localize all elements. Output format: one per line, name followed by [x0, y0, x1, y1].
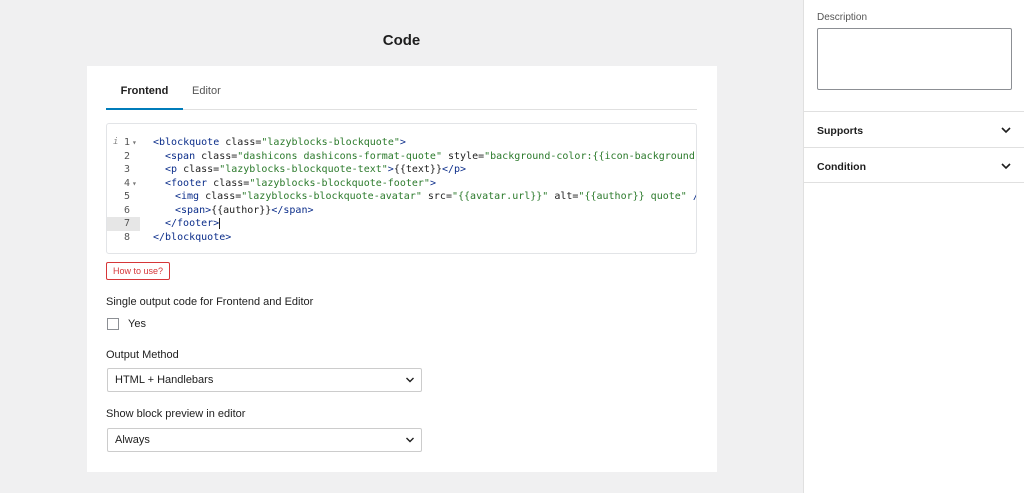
code-line: 6 <span>{{author}}</span>	[107, 204, 696, 218]
code-line: 8 </blockquote>	[107, 231, 696, 245]
page-title: Code	[382, 32, 421, 49]
condition-panel-toggle[interactable]: Condition	[804, 147, 1024, 183]
chevron-down-icon	[1001, 163, 1011, 170]
single-output-checkbox-label[interactable]: Yes	[128, 318, 146, 330]
code-editor[interactable]: i 1 ▾ <blockquote class="lazyblocks-bloc…	[106, 123, 697, 254]
line-number: 4	[123, 177, 130, 189]
code-line: 2 <span class="dashicons dashicons-forma…	[107, 150, 696, 164]
output-method-label: Output Method	[106, 349, 179, 361]
tab-bar: Frontend Editor	[106, 66, 697, 110]
code-text: <span>{{author}}</span>	[175, 204, 314, 216]
code-line: i 1 ▾ <blockquote class="lazyblocks-bloc…	[107, 136, 696, 150]
chevron-down-icon	[1001, 127, 1011, 134]
description-textarea[interactable]	[817, 28, 1012, 90]
preview-label: Show block preview in editor	[106, 408, 246, 420]
tab-editor[interactable]: Editor	[192, 66, 232, 110]
preview-select[interactable]: Always	[107, 428, 422, 452]
line-number: 3	[123, 164, 130, 175]
description-label: Description	[817, 12, 868, 23]
single-output-label: Single output code for Frontend and Edit…	[106, 296, 314, 308]
code-line: 4 ▾ <footer class="lazyblocks-blockquote…	[107, 177, 696, 191]
code-text: <blockquote class="lazyblocks-blockquote…	[153, 137, 406, 148]
chevron-down-icon	[406, 377, 414, 383]
text-cursor	[219, 217, 221, 229]
code-line: 5 <img class="lazyblocks-blockquote-avat…	[107, 190, 696, 204]
code-text: <img class="lazyblocks-blockquote-avatar…	[175, 191, 696, 202]
line-number: 8	[123, 231, 130, 243]
supports-panel-title: Supports	[817, 125, 864, 137]
line-number: 2	[123, 150, 130, 162]
code-line: 3 <p class="lazyblocks-blockquote-text">…	[107, 163, 696, 177]
line-number: 7	[123, 218, 130, 229]
code-settings-card: Frontend Editor i 1 ▾ <blockquote class=…	[87, 66, 717, 472]
code-text: <footer class="lazyblocks-blockquote-foo…	[165, 177, 436, 189]
line-number: 1	[123, 137, 130, 148]
output-method-select[interactable]: HTML + Handlebars	[107, 368, 422, 392]
preview-value: Always	[115, 434, 150, 446]
code-text: <span class="dashicons dashicons-format-…	[165, 150, 697, 162]
code-text: <p class="lazyblocks-blockquote-text">{{…	[165, 164, 467, 175]
settings-sidebar: Description Supports Condition	[803, 0, 1024, 493]
code-text: </footer>	[165, 217, 221, 229]
main-area: Code Frontend Editor i 1 ▾ <blockquote c…	[0, 0, 803, 493]
code-line-active: 7 </footer>	[107, 217, 696, 231]
fold-caret-icon[interactable]: ▾	[132, 177, 140, 191]
single-output-checkbox[interactable]	[107, 318, 119, 330]
output-method-value: HTML + Handlebars	[115, 374, 214, 386]
line-number: 6	[123, 204, 130, 216]
code-text: </blockquote>	[153, 231, 232, 243]
chevron-down-icon	[406, 437, 414, 443]
line-number: 5	[123, 191, 130, 202]
supports-panel-toggle[interactable]: Supports	[804, 111, 1024, 147]
fold-caret-icon[interactable]: ▾	[132, 136, 140, 150]
how-to-use-button[interactable]: How to use?	[106, 262, 171, 280]
tab-frontend[interactable]: Frontend	[106, 66, 183, 110]
condition-panel-title: Condition	[817, 161, 866, 173]
